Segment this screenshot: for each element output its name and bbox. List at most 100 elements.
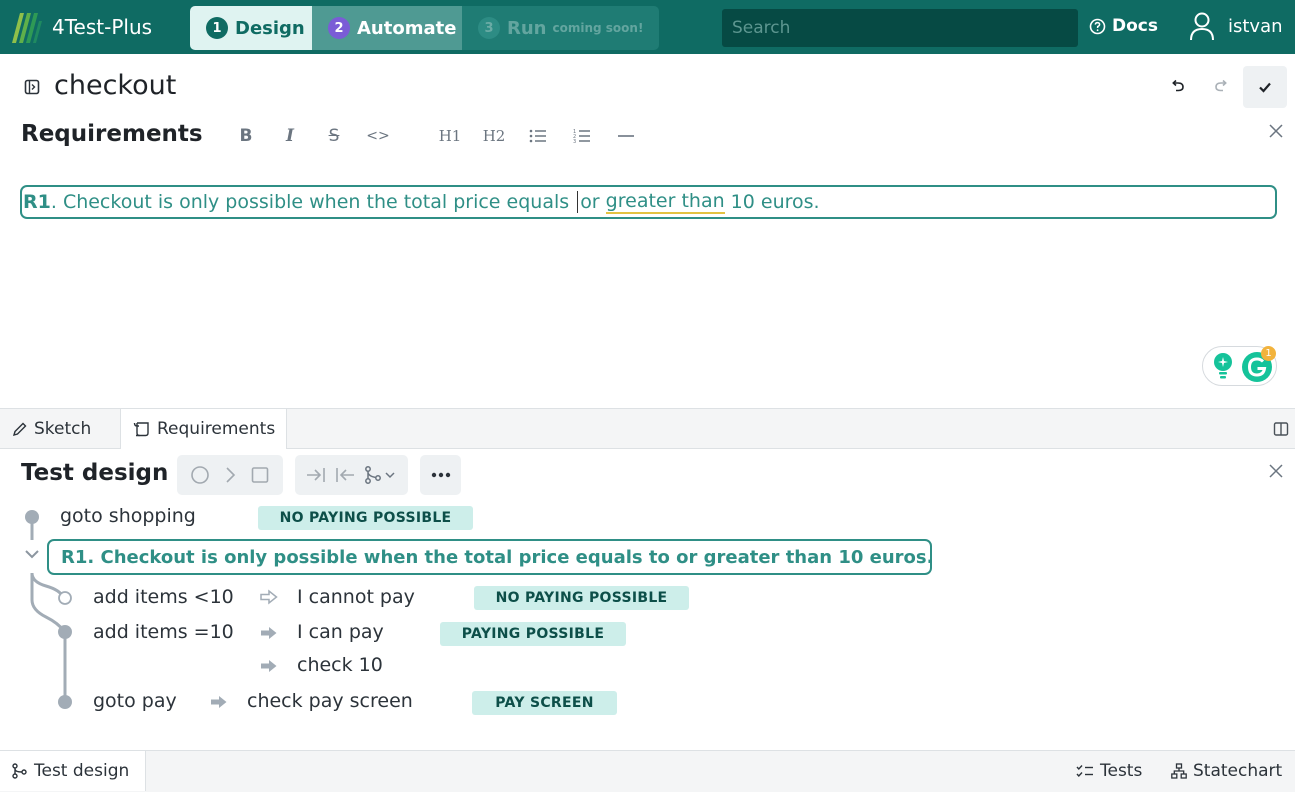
editor-tabs: Sketch Requirements <box>0 408 1295 449</box>
close-test-design-icon[interactable] <box>1268 463 1284 479</box>
requirement-line-r1[interactable]: R1. Checkout is only possible when the t… <box>20 185 1277 219</box>
tab-label: Statechart <box>1193 761 1283 781</box>
bottom-tabs: Test design Tests Statechart <box>0 750 1295 792</box>
outdent-icon[interactable] <box>334 465 356 485</box>
arrow-right-icon <box>261 627 277 639</box>
test-step-label[interactable]: goto pay <box>93 690 177 712</box>
step-design[interactable]: 1 Design <box>190 6 312 50</box>
tree-node-dot[interactable] <box>25 510 39 524</box>
step-run: 3 Run coming soon! <box>462 6 659 50</box>
tab-sketch[interactable]: Sketch <box>0 409 120 449</box>
check-icon <box>1259 82 1271 93</box>
user-icon <box>1190 12 1214 41</box>
code-button[interactable]: <> <box>356 124 400 148</box>
test-step-label[interactable]: add items =10 <box>93 621 234 643</box>
bold-button[interactable]: B <box>224 124 268 148</box>
expected-result-label[interactable]: check 10 <box>297 654 383 676</box>
step-label: Run <box>507 17 547 39</box>
bullet-list-icon <box>529 129 546 143</box>
requirement-text: . Checkout is only possible when the tot… <box>50 191 576 213</box>
step-number: 2 <box>328 17 350 39</box>
grammarly-count-badge: 1 <box>1261 346 1276 361</box>
user-name: istvan <box>1228 15 1283 37</box>
step-automate[interactable]: 2 Automate <box>312 6 462 50</box>
indent-toolbar <box>295 455 408 495</box>
logo-icon[interactable] <box>10 11 42 45</box>
docs-link[interactable]: Docs <box>1089 16 1158 36</box>
test-design-title: Test design <box>21 460 169 486</box>
chevron-down-icon[interactable] <box>24 549 40 561</box>
close-requirements-icon[interactable] <box>1268 123 1284 139</box>
tab-statechart[interactable]: Statechart <box>1171 751 1282 791</box>
step-number: 1 <box>206 17 228 39</box>
italic-button[interactable]: I <box>268 124 312 148</box>
horizontal-rule-button[interactable] <box>604 124 648 148</box>
app-title[interactable]: 4Test-Plus <box>52 15 152 39</box>
requirement-text: 10 euros. <box>724 191 820 213</box>
scroll-icon <box>133 422 149 437</box>
search-input[interactable] <box>722 9 1078 47</box>
tree-node-dot[interactable] <box>58 695 72 709</box>
undo-icon[interactable] <box>1170 78 1186 94</box>
heading1-button[interactable]: H1 <box>428 124 472 148</box>
tree-node-dot-empty[interactable] <box>58 591 72 605</box>
step-label: Design <box>235 17 305 39</box>
expected-result-label[interactable]: check pay screen <box>247 690 413 712</box>
bullet-list-button[interactable] <box>516 124 560 148</box>
state-badge: PAY SCREEN <box>472 691 617 715</box>
panel-toggle-icon[interactable] <box>24 79 40 95</box>
square-node-icon[interactable] <box>250 465 270 485</box>
arrow-right-icon <box>211 696 227 708</box>
expected-result-label[interactable]: I can pay <box>297 621 384 643</box>
bold-icon: B <box>239 126 253 146</box>
text-caret <box>577 191 579 213</box>
italic-icon: I <box>286 126 294 146</box>
branch-dropdown-icon[interactable] <box>364 465 398 485</box>
heading2-button[interactable]: H2 <box>472 124 516 148</box>
tab-label: Requirements <box>157 419 276 439</box>
test-step-label[interactable]: add items <10 <box>93 586 234 608</box>
test-step-label[interactable]: goto shopping <box>60 505 196 527</box>
expected-result-label[interactable]: I cannot pay <box>297 586 415 608</box>
chevron-right-icon[interactable] <box>220 465 240 485</box>
tab-test-design[interactable]: Test design <box>0 751 146 791</box>
tab-tests[interactable]: Tests <box>1076 751 1142 791</box>
tree-node-dot[interactable] <box>58 625 72 639</box>
requirement-id: R1 <box>23 191 51 213</box>
requirement-node-r1[interactable]: R1. Checkout is only possible when the t… <box>47 539 933 575</box>
workflow-steps: 1 Design 2 Automate 3 Run coming soon! <box>190 6 659 50</box>
redo-icon[interactable] <box>1213 78 1229 94</box>
state-badge: PAYING POSSIBLE <box>440 622 626 646</box>
indent-icon[interactable] <box>305 465 327 485</box>
formatting-toolbar: B I S <> H1 H2 1 2 3 <box>224 124 648 148</box>
circle-node-icon[interactable] <box>190 465 210 485</box>
ordered-list-button[interactable]: 1 2 3 <box>560 124 604 148</box>
grammar-suggestion[interactable]: greater than <box>605 190 725 214</box>
horizontal-rule-icon <box>618 135 634 137</box>
heading1-icon: H1 <box>438 127 462 145</box>
help-circle-icon <box>1089 18 1106 34</box>
document-title[interactable]: checkout <box>54 70 176 101</box>
arrow-right-icon <box>261 660 277 672</box>
split-view-icon[interactable] <box>1273 421 1289 437</box>
arrow-right-outline-icon <box>260 589 278 605</box>
requirements-title: Requirements <box>21 121 203 147</box>
coming-soon-note: coming soon! <box>552 21 644 35</box>
heading2-icon: H2 <box>482 127 506 145</box>
checklist-icon <box>1076 765 1093 778</box>
user-menu[interactable]: istvan <box>1188 11 1283 41</box>
step-label: Automate <box>357 17 457 39</box>
step-number: 3 <box>478 17 500 39</box>
top-bar: 4Test-Plus 1 Design 2 Automate 3 Run com… <box>0 0 1295 54</box>
strikethrough-button[interactable]: S <box>312 124 356 148</box>
tab-label: Tests <box>1100 761 1143 781</box>
node-shape-toolbar <box>177 455 283 495</box>
lightbulb-icon <box>1214 353 1232 379</box>
ordered-list-icon: 1 2 3 <box>573 129 590 144</box>
confirm-button[interactable] <box>1243 66 1287 108</box>
svg-text:3: 3 <box>573 139 576 144</box>
tab-requirements[interactable]: Requirements <box>120 409 287 449</box>
tab-label: Sketch <box>34 419 92 439</box>
more-horizontal-icon <box>431 472 450 478</box>
more-options-button[interactable] <box>420 455 461 495</box>
